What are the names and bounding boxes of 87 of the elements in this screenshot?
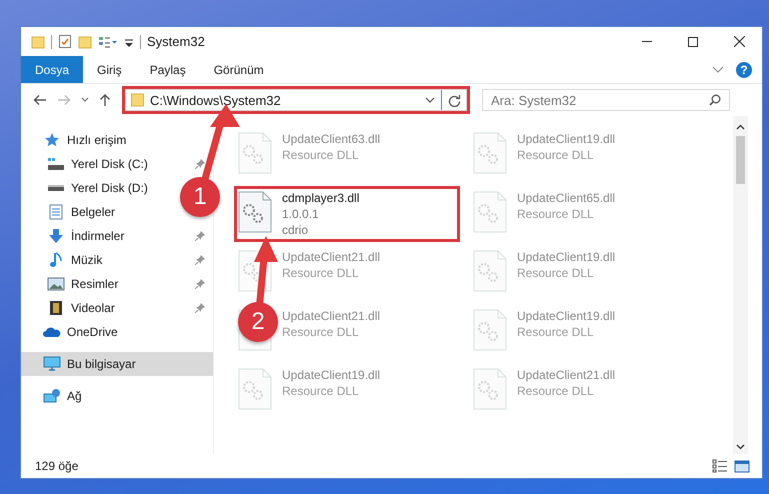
sidebar-label: Hızlı erişim [67, 133, 126, 147]
sidebar-item[interactable]: OneDrive [21, 320, 213, 344]
scrollbar-thumb[interactable] [736, 136, 745, 184]
dll-file-icon [238, 132, 272, 174]
sidebar-label: Yerel Disk (C:) [71, 157, 148, 171]
file-detail: Resource DLL [517, 148, 595, 162]
search-icon[interactable] [709, 94, 721, 106]
view-options-icon[interactable] [98, 34, 118, 48]
file-name[interactable]: cdmplayer3.dll [282, 191, 360, 205]
ribbon-tab[interactable]: Görünüm [200, 56, 278, 83]
properties-icon[interactable] [58, 34, 72, 49]
folder-icon [131, 93, 144, 107]
sidebar-item[interactable]: Videolar [21, 296, 123, 320]
large-icons-view-icon[interactable] [734, 459, 750, 473]
sidebar-label: OneDrive [67, 325, 118, 339]
sidebar-item[interactable]: Ağ [21, 384, 213, 408]
sidebar-label: Videolar [71, 301, 115, 315]
up-arrow-icon[interactable] [99, 93, 111, 107]
ribbon-tab[interactable]: Paylaş [136, 56, 200, 83]
dll-file-icon [473, 309, 507, 351]
details-view-icon[interactable] [712, 459, 728, 473]
scroll-up-icon[interactable] [736, 124, 745, 130]
ribbon-tab[interactable]: Dosya [21, 56, 84, 83]
drive-icon [47, 184, 65, 192]
sidebar-label: Resimler [71, 277, 118, 291]
computer-icon [43, 356, 61, 372]
sidebar-label: Bu bilgisayar [67, 357, 136, 371]
sidebar-item[interactable]: Bu bilgisayar [21, 352, 213, 376]
minimize-icon [642, 41, 652, 42]
picture-icon [47, 277, 65, 291]
file-detail: 1.0.0.1 [282, 207, 320, 221]
file-detail: Resource DLL [282, 266, 360, 280]
film-icon [49, 300, 63, 316]
dll-file-icon [473, 191, 507, 233]
dll-file-icon [473, 250, 507, 292]
pin-icon[interactable] [195, 255, 205, 265]
address-path: C:\Windows\System32 [150, 92, 282, 108]
file-detail: Resource DLL [282, 325, 360, 339]
close-icon [734, 36, 744, 47]
sidebar-label: Ağ [67, 389, 82, 403]
file-detail: Resource DLL [282, 148, 360, 162]
sidebar-item[interactable]: Resimler [21, 272, 126, 296]
file-detail: Resource DLL [517, 266, 595, 280]
scrollbar[interactable] [733, 116, 748, 454]
dll-file-icon [238, 368, 272, 410]
maximize-icon [688, 36, 698, 46]
back-arrow-icon[interactable] [33, 94, 47, 106]
file-detail: Resource DLL [517, 207, 595, 221]
file-detail: Resource DLL [282, 384, 360, 398]
sidebar-item[interactable]: Hızlı erişim [21, 128, 213, 152]
sidebar-label: Belgeler [71, 205, 116, 219]
music-note-icon [49, 252, 63, 268]
item-count: 129 öğe [35, 459, 78, 473]
sidebar-item[interactable]: Müzik [21, 248, 110, 272]
help-button[interactable]: ? [736, 62, 752, 78]
dll-file-icon [238, 191, 272, 233]
network-icon [43, 388, 61, 404]
scroll-down-icon[interactable] [736, 444, 745, 450]
dropdown-caret-icon[interactable] [425, 97, 435, 103]
sidebar-label: Yerel Disk (D:) [71, 181, 148, 195]
file-detail: cdrio [282, 223, 310, 237]
download-arrow-icon [47, 228, 65, 244]
file-detail: Resource DLL [517, 384, 595, 398]
search-field[interactable]: Ara: System32 [482, 89, 730, 111]
sidebar-item[interactable]: Yerel Disk (C:) [21, 152, 156, 176]
pin-icon[interactable] [195, 159, 205, 169]
sidebar-label: İndirmeler [71, 229, 124, 243]
refresh-icon[interactable] [448, 94, 461, 106]
expand-ribbon-icon[interactable] [712, 66, 724, 74]
recent-caret-icon[interactable] [81, 97, 89, 103]
sidebar-item[interactable]: İndirmeler [21, 224, 132, 248]
document-icon [49, 204, 63, 220]
sidebar-item[interactable]: Belgeler [21, 200, 124, 224]
ribbon-tab[interactable]: Giriş [83, 56, 136, 83]
pin-icon[interactable] [195, 279, 205, 289]
window-title: System32 [147, 34, 205, 49]
sidebar-label: Müzik [71, 253, 102, 267]
pin-icon[interactable] [195, 231, 205, 241]
address-field[interactable]: C:\Windows\System32 [125, 89, 467, 111]
file-detail: Resource DLL [517, 325, 595, 339]
drive-icon [47, 157, 65, 171]
cloud-icon [43, 326, 61, 338]
star-icon [44, 132, 60, 148]
pin-icon[interactable] [195, 303, 205, 313]
dll-file-icon [473, 132, 507, 174]
sidebar-item[interactable]: Yerel Disk (D:) [21, 176, 156, 200]
dll-file-icon [473, 368, 507, 410]
